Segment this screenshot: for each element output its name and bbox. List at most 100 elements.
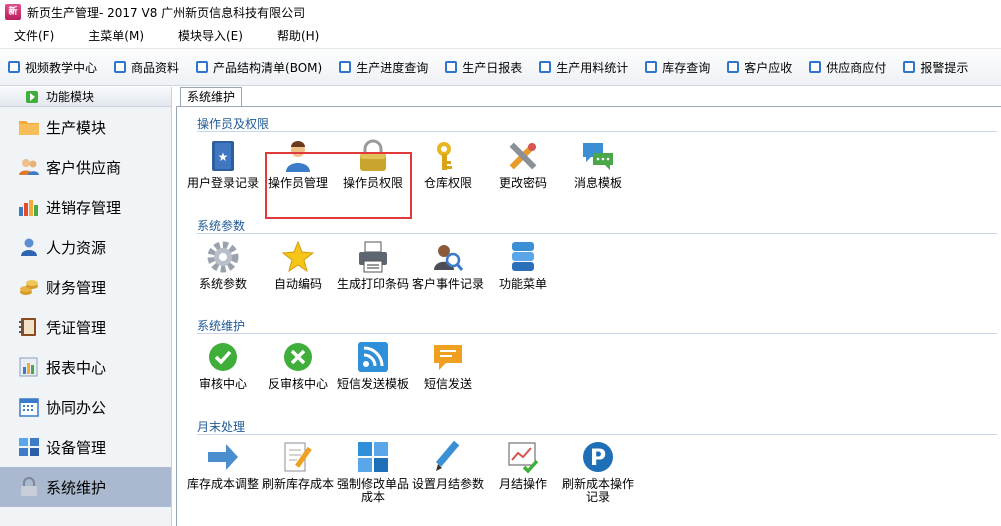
calendar-icon xyxy=(18,396,40,418)
toolbar-daily-report[interactable]: 生产日报表 xyxy=(445,59,522,76)
star-icon xyxy=(281,240,315,273)
window-title: 新页生产管理- 2017 V8 广州新页信息科技有限公司 xyxy=(27,5,306,20)
sidebar-item-hr[interactable]: 人力资源 xyxy=(0,227,171,267)
square-icon xyxy=(196,61,209,73)
tile-month-end-close[interactable]: 月结操作 xyxy=(487,440,559,491)
tools-icon xyxy=(509,142,537,170)
toolbar-video-tutorial[interactable]: 视频教学中心 xyxy=(8,59,97,76)
sidebar-item-finance[interactable]: 财务管理 xyxy=(0,267,171,307)
sidebar-item-voucher[interactable]: 凭证管理 xyxy=(0,307,171,347)
tile-month-end-settings[interactable]: 设置月结参数 xyxy=(412,440,484,491)
toolbar-material-stats[interactable]: 生产用料统计 xyxy=(539,59,628,76)
tile-auto-numbering[interactable]: 自动编码 xyxy=(262,240,334,291)
app-logo-icon: 新 xyxy=(5,4,21,20)
tile-system-params[interactable]: 系统参数 xyxy=(187,240,259,291)
tile-message-template[interactable]: 消息模板 xyxy=(562,139,634,190)
database-icon xyxy=(512,242,534,271)
square-icon xyxy=(539,61,552,73)
tile-adjust-stock-cost[interactable]: 库存成本调整 xyxy=(187,440,259,491)
chat-bubbles-icon xyxy=(583,143,613,170)
coins-icon xyxy=(18,276,40,298)
square-icon xyxy=(339,61,352,73)
sidebar-item-report[interactable]: 报表中心 xyxy=(0,347,171,387)
tile-sms-template[interactable]: 短信发送模板 xyxy=(337,340,409,391)
section-title-system-maintenance: 系统维护 xyxy=(197,319,246,333)
square-icon xyxy=(903,61,916,73)
title-bar: 新 新页生产管理- 2017 V8 广州新页信息科技有限公司 xyxy=(0,0,1001,24)
tile-function-menu[interactable]: 功能菜单 xyxy=(487,240,559,291)
tile-login-log[interactable]: ★ 用户登录记录 xyxy=(187,139,259,190)
sidebar-item-production[interactable]: 生产模块 xyxy=(0,107,171,147)
tile-refresh-stock-cost[interactable]: 刷新库存成本 xyxy=(262,440,334,491)
square-icon xyxy=(727,61,740,73)
menu-module-import[interactable]: 模块导入(E) xyxy=(172,25,249,46)
p-badge-icon: P xyxy=(583,442,613,472)
key-icon xyxy=(437,142,452,170)
tile-warehouse-permissions[interactable]: 仓库权限 xyxy=(412,139,484,190)
square-icon xyxy=(8,61,20,73)
toolbar-bom[interactable]: 产品结构清单(BOM) xyxy=(196,59,322,76)
book-icon: ★ xyxy=(212,141,234,171)
user-search-icon xyxy=(434,245,464,271)
tile-sms-send[interactable]: 短信发送 xyxy=(412,340,484,391)
printer-icon xyxy=(359,241,387,273)
toolbar-product-info[interactable]: 商品资料 xyxy=(114,59,179,76)
people-icon xyxy=(18,156,40,178)
tab-body: 操作员及权限 ★ 用户登录记录 操作员管理 操作员权限 仓库权限 更改密码 消息… xyxy=(176,106,1001,526)
bar-chart-icon xyxy=(18,196,40,218)
sidebar-item-equipment[interactable]: 设备管理 xyxy=(0,427,171,467)
toolbar-receivables[interactable]: 客户应收 xyxy=(727,59,792,76)
section-divider xyxy=(197,333,997,334)
toolbar-inventory-query[interactable]: 库存查询 xyxy=(645,59,710,76)
sidebar-item-system-maintenance[interactable]: 系统维护 xyxy=(0,467,171,507)
sidebar-item-inventory[interactable]: 进销存管理 xyxy=(0,187,171,227)
folder-icon xyxy=(18,116,40,138)
square-icon xyxy=(809,61,822,73)
menu-help[interactable]: 帮助(H) xyxy=(271,25,325,46)
x-circle-icon xyxy=(284,343,312,371)
quick-toolbar: 视频教学中心 商品资料 产品结构清单(BOM) 生产进度查询 生产日报表 生产用… xyxy=(0,48,1001,86)
sidebar-item-collaboration[interactable]: 协同办公 xyxy=(0,387,171,427)
menu-bar: 文件(F) 主菜单(M) 模块导入(E) 帮助(H) xyxy=(0,24,1001,46)
window-icon xyxy=(18,436,40,458)
section-divider xyxy=(197,131,997,132)
arrow-right-icon xyxy=(208,444,238,470)
toolbar-alerts[interactable]: 报警提示 xyxy=(903,59,968,76)
play-icon xyxy=(26,90,38,103)
tile-print-barcode[interactable]: 生成打印条码 xyxy=(337,240,409,291)
tile-audit-center[interactable]: 审核中心 xyxy=(187,340,259,391)
report-icon xyxy=(18,356,40,378)
tab-system-maintenance[interactable]: 系统维护 xyxy=(180,87,243,107)
toolbar-payables[interactable]: 供应商应付 xyxy=(809,59,886,76)
svg-text:P: P xyxy=(590,446,606,471)
sidebar-item-customer-supplier[interactable]: 客户供应商 xyxy=(0,147,171,187)
menu-file[interactable]: 文件(F) xyxy=(8,25,60,46)
square-icon xyxy=(445,61,458,73)
svg-text:★: ★ xyxy=(218,150,229,164)
lock-icon xyxy=(18,476,40,498)
chart-check-icon xyxy=(508,442,539,474)
ledger-icon xyxy=(18,316,40,338)
tile-force-edit-unit-cost[interactable]: 强制修改单品成本 xyxy=(337,440,409,504)
section-divider xyxy=(197,434,997,435)
square-icon xyxy=(645,61,658,73)
sidebar-header: 功能模块 xyxy=(0,87,171,107)
content-area: 系统维护 操作员及权限 ★ 用户登录记录 操作员管理 操作员权限 仓库权限 更改… xyxy=(176,87,1001,526)
menu-main[interactable]: 主菜单(M) xyxy=(82,25,150,46)
tile-customer-event-log[interactable]: 客户事件记录 xyxy=(412,240,484,291)
gear-icon xyxy=(207,241,239,273)
section-title-operators: 操作员及权限 xyxy=(197,117,270,131)
section-title-month-end: 月末处理 xyxy=(197,420,246,434)
highlight-box xyxy=(265,152,412,219)
speech-bubble-icon xyxy=(434,345,462,370)
section-divider xyxy=(197,233,997,234)
toolbar-production-progress[interactable]: 生产进度查询 xyxy=(339,59,428,76)
tile-refresh-cost-log[interactable]: P 刷新成本操作记录 xyxy=(562,440,634,504)
check-circle-icon xyxy=(209,343,237,371)
tile-unaudit-center[interactable]: 反审核中心 xyxy=(262,340,334,391)
person-icon xyxy=(18,236,40,258)
pencil-icon xyxy=(435,440,460,471)
tile-change-password[interactable]: 更改密码 xyxy=(487,139,559,190)
edit-document-icon xyxy=(284,442,312,472)
tiles-icon xyxy=(358,442,388,472)
